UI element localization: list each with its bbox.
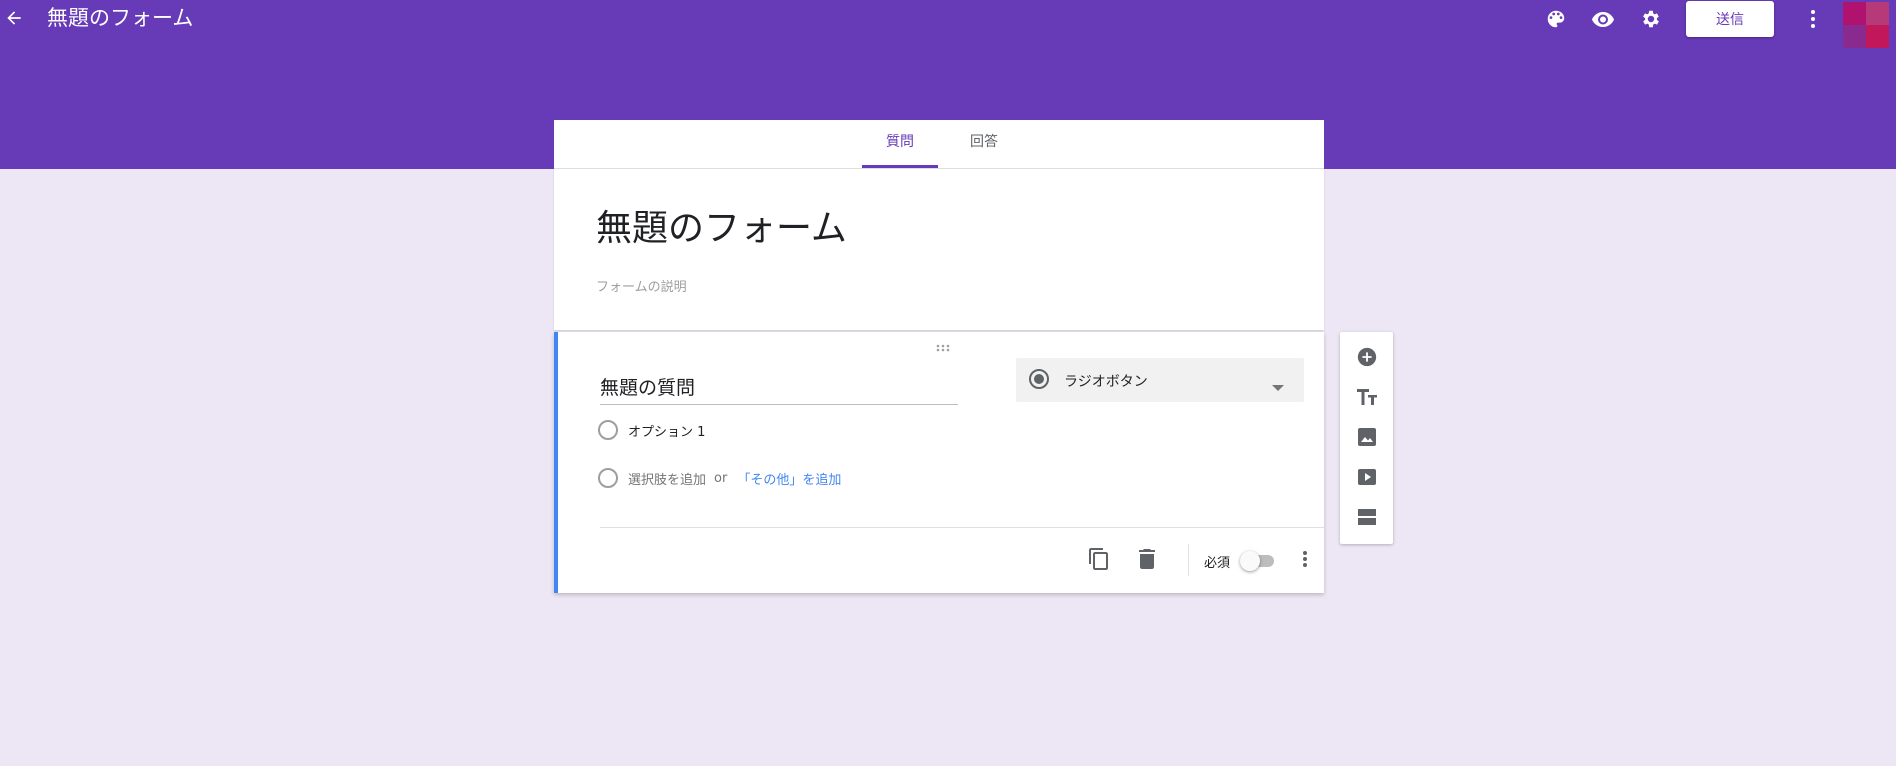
- gear-icon[interactable]: [1636, 4, 1666, 34]
- tab-responses[interactable]: 回答: [946, 120, 1022, 168]
- side-toolbar: [1340, 332, 1393, 544]
- form-title[interactable]: 無題のフォーム: [596, 199, 847, 251]
- or-label: or: [714, 470, 728, 486]
- send-button[interactable]: 送信: [1686, 1, 1774, 37]
- eye-icon[interactable]: [1588, 4, 1618, 34]
- option-label[interactable]: オプション 1: [628, 421, 705, 440]
- back-arrow-icon[interactable]: [2, 6, 26, 30]
- option-row[interactable]: オプション 1: [598, 418, 705, 442]
- add-option-row: 選択肢を追加 or 「その他」を追加: [598, 466, 841, 490]
- radio-button-icon: [1028, 368, 1050, 394]
- tab-questions[interactable]: 質問: [862, 120, 938, 168]
- divider: [600, 527, 1324, 528]
- image-icon[interactable]: [1352, 422, 1382, 452]
- radio-circle-icon: [598, 420, 618, 440]
- title-text-icon[interactable]: [1352, 382, 1382, 412]
- divider: [1188, 544, 1189, 576]
- drag-handle-icon[interactable]: [936, 340, 954, 356]
- chevron-down-icon: [1272, 376, 1284, 395]
- palette-icon[interactable]: [1541, 4, 1571, 34]
- required-toggle[interactable]: [1240, 551, 1274, 571]
- section-icon[interactable]: [1352, 502, 1382, 532]
- video-icon[interactable]: [1352, 462, 1382, 492]
- duplicate-icon[interactable]: [1084, 544, 1114, 574]
- more-vert-icon[interactable]: [1798, 4, 1828, 34]
- avatar[interactable]: [1843, 2, 1889, 48]
- add-other-link[interactable]: 「その他」を追加: [737, 469, 841, 488]
- question-type-label: ラジオボタン: [1064, 374, 1148, 390]
- app-title[interactable]: 無題のフォーム: [47, 4, 193, 32]
- form-title-card: 無題のフォーム フォームの説明: [554, 169, 1324, 330]
- question-card[interactable]: 無題の質問 ラジオボタン オプション 1 選択肢を追加 or 「その他」を追加 …: [554, 332, 1324, 593]
- trash-icon[interactable]: [1132, 544, 1162, 574]
- required-label: 必須: [1204, 556, 1231, 571]
- question-type-dropdown[interactable]: ラジオボタン: [1016, 358, 1304, 402]
- radio-circle-icon: [598, 468, 618, 488]
- more-vert-icon[interactable]: [1290, 544, 1320, 574]
- tabs-bar: 質問 回答: [554, 120, 1324, 169]
- form-description-field[interactable]: フォームの説明: [596, 276, 687, 295]
- add-circle-icon[interactable]: [1352, 342, 1382, 372]
- add-option-link[interactable]: 選択肢を追加: [628, 469, 706, 488]
- question-title-field[interactable]: 無題の質問: [600, 374, 958, 405]
